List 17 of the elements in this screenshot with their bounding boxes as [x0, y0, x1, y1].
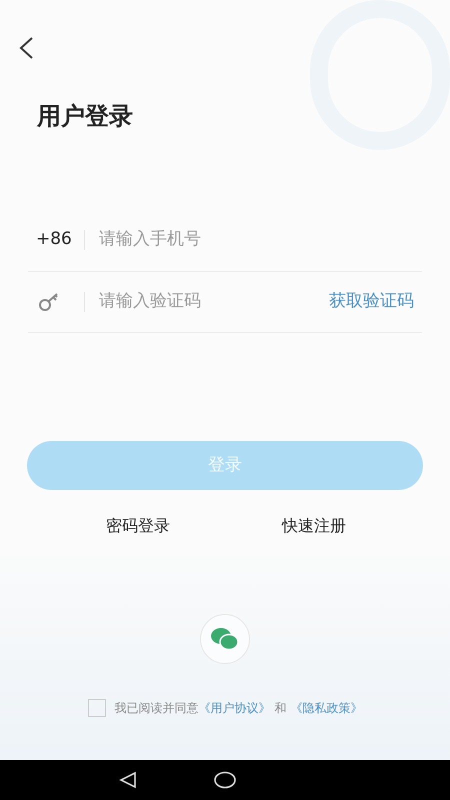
- back-nav-icon[interactable]: [119, 771, 137, 789]
- get-code-button[interactable]: 获取验证码: [329, 289, 422, 315]
- page-title: 用户登录: [36, 101, 134, 132]
- wechat-button[interactable]: [200, 614, 250, 664]
- home-nav-icon[interactable]: [214, 771, 236, 789]
- country-code[interactable]: +86: [28, 226, 84, 252]
- privacy-policy-link[interactable]: 《隐私政策》: [290, 701, 362, 715]
- user-agreement-link[interactable]: 《用户协议》: [198, 701, 271, 715]
- key-icon: [38, 292, 60, 312]
- quick-register-link[interactable]: 快速注册: [276, 514, 352, 538]
- code-input-field[interactable]: 请输入验证码: [99, 289, 329, 315]
- password-login-link[interactable]: 密码登录: [0, 514, 276, 538]
- back-icon[interactable]: [18, 36, 34, 60]
- agreement-checkbox[interactable]: [88, 699, 106, 717]
- agreement-text: 我已阅读并同意《用户协议》 和 《隐私政策》: [114, 700, 362, 717]
- chat-bubbles-icon: [211, 627, 239, 651]
- phone-input-field[interactable]: 请输入手机号: [99, 226, 422, 252]
